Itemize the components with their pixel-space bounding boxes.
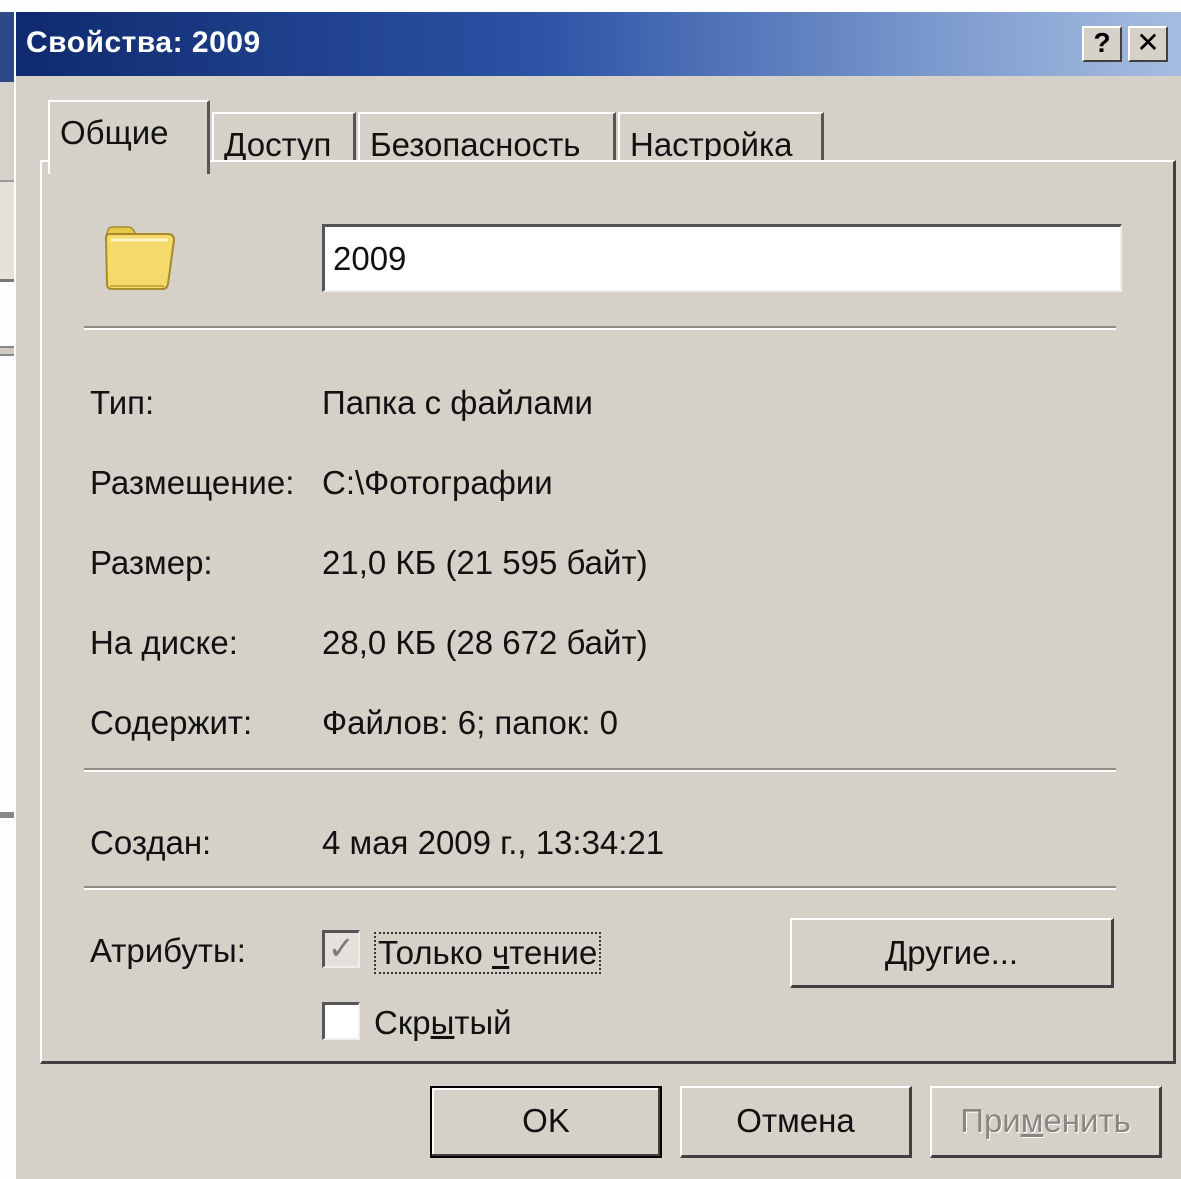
size-label: Размер: [90, 544, 213, 581]
type-value: Папка с файлами [322, 384, 593, 421]
on-disk-value: 28,0 КБ (28 672 байт) [322, 624, 648, 661]
window-title: Свойства: 2009 [26, 26, 261, 59]
title-bar[interactable]: Свойства: 2009 ? ✕ [16, 12, 1181, 76]
general-tab-page: Тип: Папка с файлами Размещение: C:\Фото… [40, 160, 1176, 1064]
close-button[interactable]: ✕ [1128, 26, 1168, 62]
on-disk-label: На диске: [90, 624, 238, 661]
hidden-checkbox[interactable] [322, 1002, 360, 1040]
checkmark-icon: ✓ [328, 930, 355, 966]
contains-value: Файлов: 6; папок: 0 [322, 704, 618, 741]
folder-name-input[interactable] [322, 224, 1122, 292]
folder-icon [104, 226, 176, 290]
contains-label: Содержит: [90, 704, 253, 741]
divider [84, 768, 1116, 772]
type-label: Тип: [90, 384, 155, 421]
size-value: 21,0 КБ (21 595 байт) [322, 544, 648, 581]
help-button[interactable]: ? [1082, 26, 1122, 62]
created-label: Создан: [90, 824, 212, 861]
location-label: Размещение: [90, 464, 295, 501]
advanced-attributes-button[interactable]: Другие... [790, 918, 1114, 988]
properties-dialog: Свойства: 2009 ? ✕ Общие Доступ Безопасн… [14, 12, 1181, 1179]
attributes-label: Атрибуты: [90, 932, 246, 969]
divider [84, 886, 1116, 890]
readonly-checkbox[interactable]: ✓ [322, 930, 360, 968]
apply-button[interactable]: Применить [930, 1086, 1162, 1158]
location-value: C:\Фотографии [322, 464, 553, 501]
ok-button[interactable]: OK [430, 1086, 662, 1158]
tab-general[interactable]: Общие [48, 100, 210, 174]
divider [84, 326, 1116, 330]
readonly-checkbox-label[interactable]: Только чтение [374, 932, 602, 974]
cancel-button[interactable]: Отмена [680, 1086, 912, 1158]
created-value: 4 мая 2009 г., 13:34:21 [322, 824, 665, 861]
hidden-checkbox-label[interactable]: Скрытый [374, 1004, 512, 1042]
